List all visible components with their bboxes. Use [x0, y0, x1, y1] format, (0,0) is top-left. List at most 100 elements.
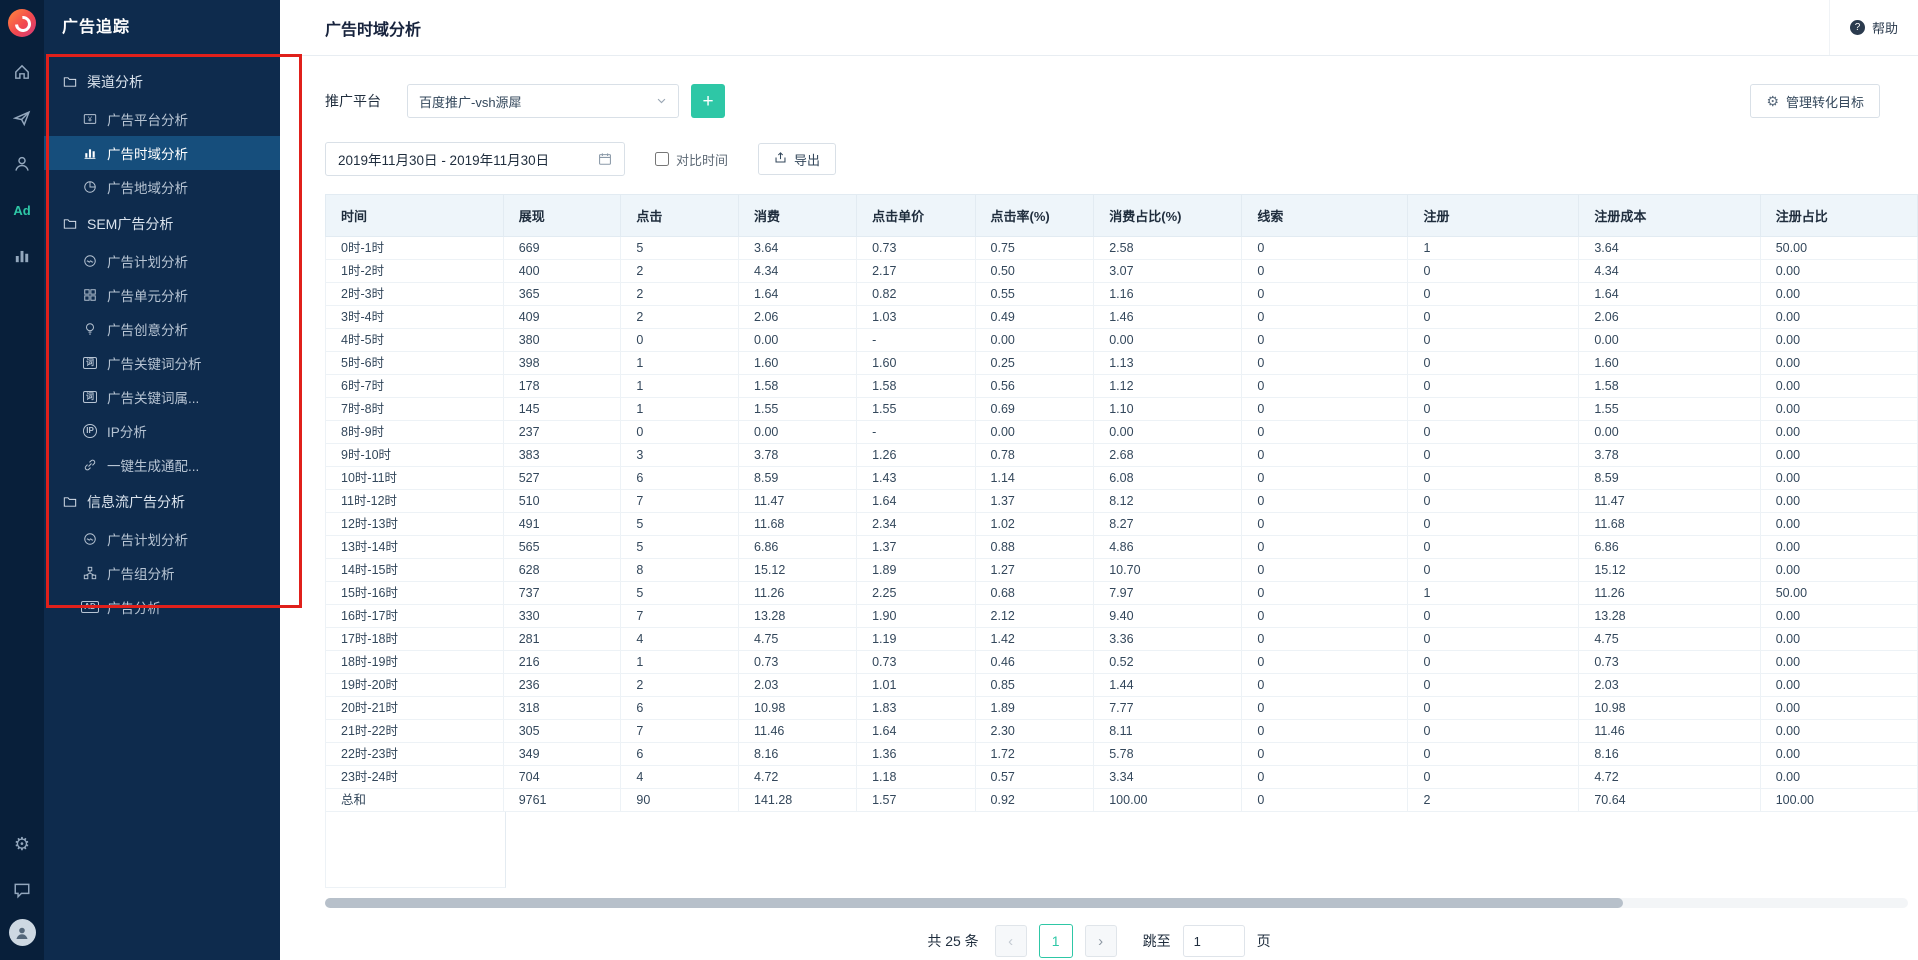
cell: 0 [1408, 605, 1579, 628]
compare-time-checkbox[interactable] [655, 152, 669, 166]
cell: 2 [621, 674, 739, 697]
cell: 0.49 [975, 306, 1094, 329]
sidebar-item[interactable]: 词广告关键词分析 [44, 346, 280, 380]
sidebar-section[interactable]: 渠道分析 [44, 62, 280, 102]
cell: 737 [503, 582, 621, 605]
cell: 1.19 [857, 628, 975, 651]
sidebar-item[interactable]: 广告计划分析 [44, 522, 280, 556]
cell: 0 [1242, 467, 1408, 490]
app-logo-icon[interactable] [8, 9, 36, 37]
user-icon[interactable] [8, 153, 36, 175]
cell: 2时-3时 [326, 283, 504, 306]
sidebar-item[interactable]: IPIP分析 [44, 414, 280, 448]
gear-icon[interactable]: ⚙ [8, 833, 36, 855]
cell: 11.26 [739, 582, 857, 605]
sidebar-section-label: 信息流广告分析 [87, 492, 185, 512]
cell: 0.57 [975, 766, 1094, 789]
ip-icon: IP [82, 424, 98, 438]
sidebar-item-label: 广告组分析 [107, 563, 175, 583]
cell: 0.00 [1094, 329, 1242, 352]
cell: 18时-19时 [326, 651, 504, 674]
topbar: 广告时域分析 ? 帮助 [280, 0, 1918, 56]
help-button[interactable]: ? 帮助 [1829, 0, 1918, 55]
cell: 11时-12时 [326, 490, 504, 513]
cell: 0 [1242, 720, 1408, 743]
table-row: 19时-20时23622.031.010.851.44002.030.00 [326, 674, 1918, 697]
cell: 8 [621, 559, 739, 582]
date-range-picker[interactable]: 2019年11月30日 - 2019年11月30日 [325, 142, 625, 176]
cell: 1.37 [975, 490, 1094, 513]
cell: 398 [503, 352, 621, 375]
cell: 0 [1408, 398, 1579, 421]
cell: 305 [503, 720, 621, 743]
table-row: 总和976190141.281.570.92100.000270.64100.0… [326, 789, 1918, 812]
cell: 1.14 [975, 467, 1094, 490]
cell: 0 [1408, 628, 1579, 651]
grid-icon [82, 288, 98, 302]
sidebar-item[interactable]: 广告单元分析 [44, 278, 280, 312]
cell: 0.55 [975, 283, 1094, 306]
cell: 349 [503, 743, 621, 766]
export-button[interactable]: 导出 [758, 143, 836, 175]
ad-nav-label[interactable]: Ad [8, 199, 36, 221]
cell: 669 [503, 237, 621, 260]
chat-icon[interactable] [8, 879, 36, 901]
bar-chart-icon[interactable] [8, 245, 36, 267]
cell: 8.11 [1094, 720, 1242, 743]
sidebar-item[interactable]: 一键生成通配... [44, 448, 280, 482]
sidebar-item[interactable]: 广告组分析 [44, 556, 280, 590]
cell: 0.00 [1760, 559, 1917, 582]
cell: 1.58 [739, 375, 857, 398]
cell: 628 [503, 559, 621, 582]
sidebar-item[interactable]: 广告地域分析 [44, 170, 280, 204]
cell: 236 [503, 674, 621, 697]
avatar[interactable] [9, 919, 36, 946]
date-range-value: 2019年11月30日 - 2019年11月30日 [338, 149, 549, 169]
platform-icon: ¥ [82, 112, 98, 126]
cell: 8.16 [739, 743, 857, 766]
sidebar-section[interactable]: SEM广告分析 [44, 204, 280, 244]
cell: 3时-4时 [326, 306, 504, 329]
cell: 10.98 [1579, 697, 1760, 720]
sidebar-section[interactable]: 信息流广告分析 [44, 482, 280, 522]
platform-select-value: 百度推广-vsh源犀 [419, 92, 522, 111]
cell: 4.72 [739, 766, 857, 789]
sidebar-item[interactable]: AD广告分析 [44, 590, 280, 624]
cell: 0 [1408, 743, 1579, 766]
add-platform-button[interactable]: + [691, 84, 725, 118]
paper-plane-icon[interactable] [8, 107, 36, 129]
cell: 0.00 [1760, 398, 1917, 421]
cell: 0 [1242, 283, 1408, 306]
horizontal-scrollbar-thumb[interactable] [325, 898, 1623, 908]
cell: 527 [503, 467, 621, 490]
sidebar-item[interactable]: 广告创意分析 [44, 312, 280, 346]
jump-page-input[interactable] [1183, 925, 1245, 957]
sidebar-item[interactable]: ¥广告平台分析 [44, 102, 280, 136]
compare-time-label: 对比时间 [676, 150, 728, 169]
sidebar-item[interactable]: 广告时域分析 [44, 136, 280, 170]
cell: 0.00 [1760, 444, 1917, 467]
home-icon[interactable] [8, 61, 36, 83]
cell: 6 [621, 697, 739, 720]
current-page-button[interactable]: 1 [1039, 924, 1073, 958]
pagination: 共 25 条 ‹ 1 › 跳至 页 [280, 924, 1918, 958]
manage-conversion-goal-button[interactable]: ⚙ 管理转化目标 [1750, 84, 1880, 118]
next-page-button[interactable]: › [1085, 925, 1117, 957]
sidebar-item-label: 广告单元分析 [107, 285, 188, 305]
cell: 2.68 [1094, 444, 1242, 467]
cell: 0.00 [1094, 421, 1242, 444]
cell: 0 [1242, 766, 1408, 789]
cell: 0 [1242, 375, 1408, 398]
table-row: 10时-11时52768.591.431.146.08008.590.00 [326, 467, 1918, 490]
cell: 0 [621, 329, 739, 352]
sidebar-item[interactable]: 词广告关键词属... [44, 380, 280, 414]
cell: 2 [621, 306, 739, 329]
table-row: 8时-9时23700.00-0.000.00000.000.00 [326, 421, 1918, 444]
sidebar-item[interactable]: 广告计划分析 [44, 244, 280, 278]
prev-page-button[interactable]: ‹ [995, 925, 1027, 957]
cell: 1.42 [975, 628, 1094, 651]
cell: 0 [1242, 789, 1408, 812]
cell: 7 [621, 720, 739, 743]
platform-select[interactable]: 百度推广-vsh源犀 [407, 84, 679, 118]
export-icon [774, 151, 787, 167]
